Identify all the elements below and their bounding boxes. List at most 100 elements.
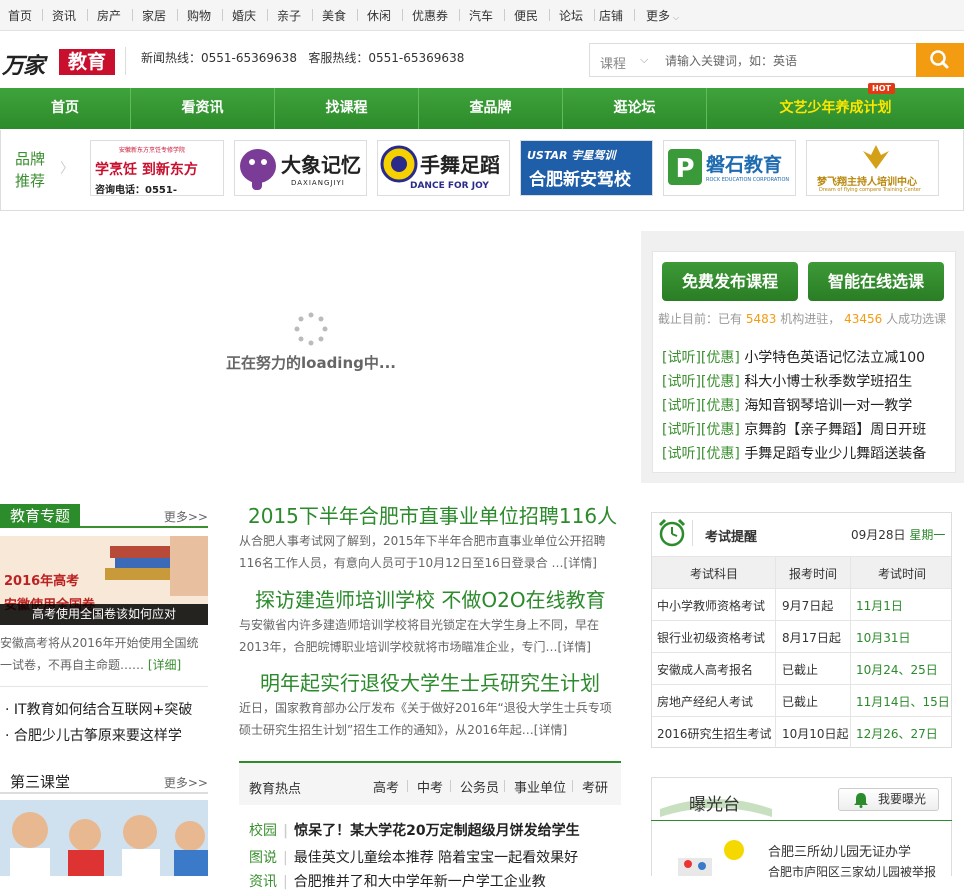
- smart-select-course-button[interactable]: 智能在线选课: [808, 262, 944, 301]
- brand-name: 磐石教育: [706, 154, 783, 176]
- stats-line: 截止目前：已有 5483 机构进驻， 43456 人成功选课: [658, 310, 946, 327]
- hot-news-item[interactable]: 图说 | 最佳英文儿童绘本推荐 陪着宝宝一起看效果好: [249, 847, 578, 867]
- topnav-convenience[interactable]: 便民: [514, 7, 538, 24]
- news-summary: 近日，国家教育部办公厅发布《关于做好2016年“退役大学生士兵专项硕士研究生招生…: [239, 701, 612, 737]
- topnav-forum[interactable]: 论坛: [559, 7, 583, 24]
- edu-hot-tabs: 教育热点 高考 中考 公务员 事业单位 考研: [239, 761, 621, 805]
- exam-row[interactable]: 房地产经纪人考试 已截止 11月14日、15日: [652, 684, 951, 716]
- topnav-auto[interactable]: 汽车: [469, 7, 493, 24]
- elephant-icon: [240, 149, 276, 190]
- topnav-shopping[interactable]: 购物: [187, 7, 211, 24]
- topnav-news[interactable]: 资讯: [52, 7, 76, 24]
- site-logo[interactable]: 万家 教育: [2, 48, 115, 79]
- rock-logo-icon: P: [668, 149, 702, 185]
- topnav-shops[interactable]: 店铺: [599, 7, 623, 24]
- topnav-more[interactable]: 更多 ⌵: [646, 7, 679, 24]
- topic-link-text: 合肥少儿古筝原来要这样学: [13, 728, 182, 744]
- tab-public-institution[interactable]: 事业单位: [514, 777, 566, 796]
- exam-row[interactable]: 中小学教师资格考试 9月7日起 11月1日: [652, 588, 951, 620]
- topnav-wedding[interactable]: 婚庆: [232, 7, 256, 24]
- tab-gaokao[interactable]: 高考: [373, 777, 399, 796]
- exam-row[interactable]: 2016研究生招生考试 10月10日起 12月26、27日: [652, 716, 951, 748]
- exam-date-cell: 11月14日、15日: [856, 695, 950, 709]
- promo-item[interactable]: [试听][优惠] 海知音钢琴培训一对一教学: [662, 395, 912, 415]
- promo-tag: [试听][优惠]: [662, 350, 740, 366]
- nav-forum[interactable]: 逛论坛: [563, 88, 706, 129]
- promo-item[interactable]: [试听][优惠] 科大小博士秋季数学班招生: [662, 371, 912, 391]
- divider: [0, 686, 208, 687]
- children-photo: [0, 800, 208, 876]
- promo-item[interactable]: [试听][优惠] 小学特色英语记忆法立减100: [662, 347, 925, 367]
- search-category-select[interactable]: 课程: [600, 53, 626, 72]
- search-bar: 课程 ⌵ 请输入关键词，如：英语: [589, 43, 964, 77]
- tab-civil-servant[interactable]: 公务员: [460, 777, 499, 796]
- topnav-realestate[interactable]: 房产: [97, 7, 121, 24]
- brand-xinan-driving[interactable]: USTAR 宇星驾训 合肥新安驾校: [520, 140, 653, 196]
- search-input[interactable]: 请输入关键词，如：英语: [665, 52, 797, 69]
- hot-news-tag: 资讯: [249, 874, 277, 890]
- divider: [651, 820, 952, 821]
- tab-postgrad[interactable]: 考研: [582, 777, 608, 796]
- news-headline[interactable]: 明年起实行退役大学生士兵研究生计划: [260, 667, 600, 696]
- nav-courses[interactable]: 找课程: [275, 88, 418, 129]
- topnav-food[interactable]: 美食: [322, 7, 346, 24]
- exam-table-header: 考试科目 报考时间 考试时间: [652, 556, 951, 588]
- chevron-down-icon[interactable]: ⌵: [640, 53, 648, 67]
- hot-news-item[interactable]: 资讯 | 合肥推并了和大中学年新一户学工企业教: [249, 871, 546, 891]
- org-count: 5483: [745, 312, 777, 326]
- divider: [222, 9, 223, 21]
- edu-topic-more-link[interactable]: 更多>>: [164, 508, 208, 525]
- topic-description: 安徽高考将从2016年开始使用全国统一试卷，不再自主命题…… [详细]: [0, 632, 210, 676]
- banner-text: 2016年高考: [4, 574, 80, 589]
- nav-art-youth-plan[interactable]: 文艺少年养成计划: [707, 88, 964, 129]
- topnav-coupons[interactable]: 优惠券: [412, 7, 448, 24]
- logo-wanjia: 万家: [2, 53, 45, 79]
- nav-news[interactable]: 看资讯: [131, 88, 274, 129]
- hot-news-item[interactable]: 校园 | 惊呆了！某大学花20万定制超级月饼发给学生: [249, 820, 580, 840]
- divider: [267, 9, 268, 21]
- third-classroom-more-link[interactable]: 更多>>: [164, 774, 208, 791]
- brand-xindongfang[interactable]: 安徽新东方烹饪专修学院 学烹饪 到新东方 咨询电话：0551-65317777: [90, 140, 224, 196]
- stats-prefix: 截止目前：已有: [658, 312, 743, 326]
- promo-text: 手舞足蹈专业少儿舞蹈送装备: [744, 446, 927, 462]
- topic-link[interactable]: · 合肥少儿古筝原来要这样学: [5, 725, 182, 745]
- brand-name-en: DANCE FOR JOY: [410, 181, 489, 191]
- promo-item[interactable]: [试听][优惠] 京舞韵【亲子舞蹈】周日开班: [662, 419, 926, 439]
- topic-link[interactable]: · IT教育如何结合互联网+突破: [5, 699, 192, 719]
- news-headline[interactable]: 探访建造师培训学校 不做O2O在线教育: [255, 584, 606, 613]
- brand-rock-education[interactable]: P 磐石教育 ROCK EDUCATION CORPORATION: [663, 140, 796, 196]
- divider: [407, 780, 408, 792]
- topic-detail-link[interactable]: [详细]: [148, 658, 181, 672]
- search-icon: [930, 50, 949, 69]
- promo-item[interactable]: [试听][优惠] 手舞足蹈专业少儿舞蹈送装备: [662, 443, 926, 463]
- weekday-text: 星期一: [909, 528, 946, 542]
- exam-row[interactable]: 银行业初级资格考试 8月17日起 10月31日: [652, 620, 951, 652]
- divider: |: [283, 874, 288, 890]
- banner-caption[interactable]: 高考使用全国卷该如何应对: [0, 604, 208, 625]
- topnav-parenting[interactable]: 亲子: [277, 7, 301, 24]
- brand-dream-flying[interactable]: 梦飞翔主持人培训中心 Dream of flying compere Train…: [806, 140, 939, 196]
- search-button[interactable]: [916, 43, 964, 77]
- report-exposure-button[interactable]: 我要曝光: [838, 788, 939, 811]
- nav-brands[interactable]: 查品牌: [419, 88, 562, 129]
- stats-mid: 机构进驻，: [780, 312, 841, 326]
- loading-spinner-icon: [294, 312, 328, 346]
- publish-course-button[interactable]: 免费发布课程: [662, 262, 798, 301]
- news-headline[interactable]: 2015下半年合肥市直事业单位招聘116人: [248, 500, 617, 529]
- tab-zhongkao[interactable]: 中考: [417, 777, 443, 796]
- classroom-photo[interactable]: [0, 800, 208, 876]
- brand-dance-for-joy[interactable]: 手舞足蹈 DANCE FOR JOY: [377, 140, 510, 196]
- nav-home[interactable]: 首页: [0, 88, 130, 129]
- brand-name: 手舞足蹈: [420, 153, 500, 177]
- exposure-item[interactable]: 合肥三所幼儿园无证办学: [768, 841, 911, 860]
- topnav-home-furnishing[interactable]: 家居: [142, 7, 166, 24]
- exposure-item[interactable]: 合肥市庐阳区三家幼儿园被举报: [768, 863, 936, 880]
- main-navigation: 首页 看资讯 找课程 查品牌 逛论坛 文艺少年养成计划: [0, 88, 964, 129]
- exam-date-cell: 11月1日: [856, 599, 903, 613]
- topnav-home[interactable]: 首页: [8, 7, 32, 24]
- brand-line1: 安徽新东方烹饪专修学院: [119, 147, 186, 154]
- divider: [504, 9, 505, 21]
- brand-daxiang-memory[interactable]: 大象记忆 DAXIANGJIYI: [234, 140, 367, 196]
- topnav-leisure[interactable]: 休闲: [367, 7, 391, 24]
- exam-row[interactable]: 安徽成人高考报名 已截止 10月24、25日: [652, 652, 951, 684]
